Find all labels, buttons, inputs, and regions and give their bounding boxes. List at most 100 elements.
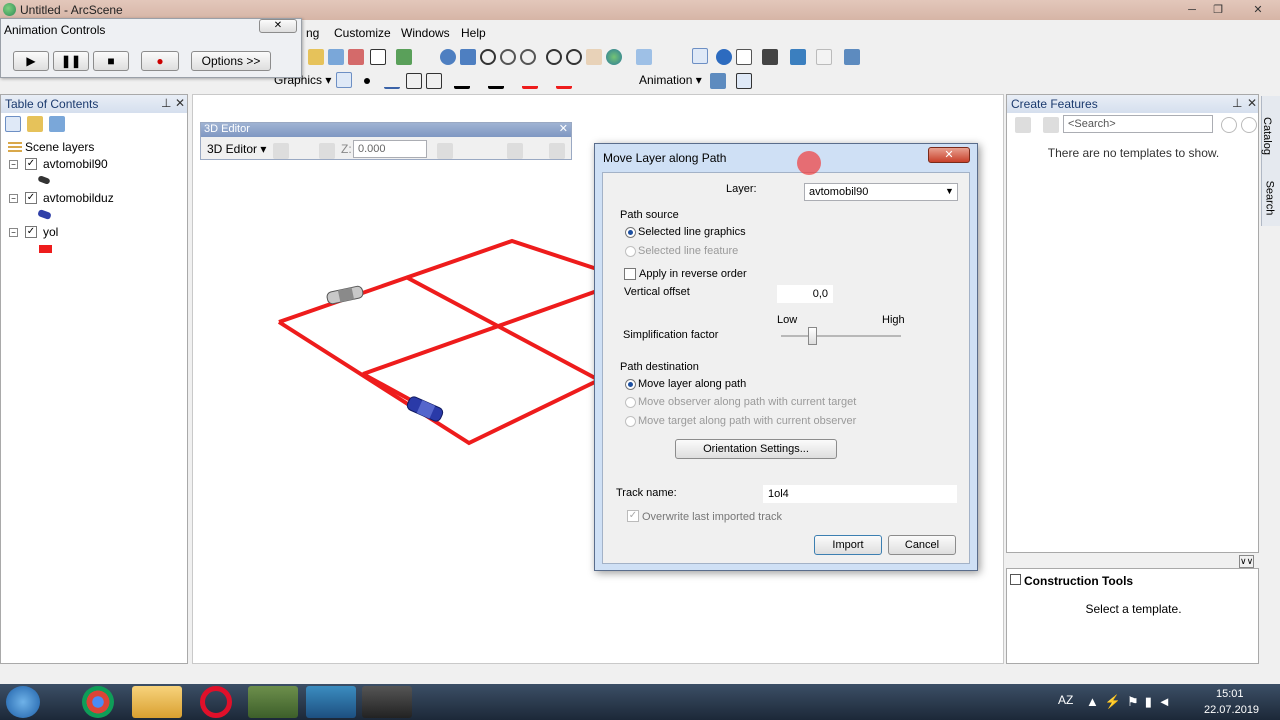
minimize-button[interactable]: ─ bbox=[1180, 2, 1204, 18]
editor-close-icon[interactable]: ✕ bbox=[559, 122, 568, 135]
python-icon[interactable] bbox=[370, 49, 386, 65]
expand-toggle[interactable]: − bbox=[9, 160, 18, 169]
z-value-field[interactable]: 0.000 bbox=[353, 140, 427, 158]
layer-visibility-checkbox[interactable]: ✓ bbox=[25, 158, 37, 170]
slider-track[interactable] bbox=[781, 335, 901, 337]
target-icon[interactable] bbox=[480, 49, 496, 65]
fill-color-icon[interactable] bbox=[522, 73, 538, 89]
expand-toggle[interactable]: − bbox=[9, 228, 18, 237]
zoom-out-icon[interactable] bbox=[566, 49, 582, 65]
overwrite-checkbox[interactable]: ✓ bbox=[627, 510, 639, 522]
clock-time[interactable]: 15:01 bbox=[1216, 688, 1244, 700]
layer-dropdown[interactable]: avtomobil90 bbox=[804, 183, 958, 201]
tab-search[interactable]: Search bbox=[1263, 181, 1275, 216]
list-by-drawing-order-icon[interactable] bbox=[5, 116, 21, 132]
selected-line-graphics-radio[interactable] bbox=[625, 227, 636, 238]
text-tool-icon[interactable] bbox=[426, 73, 442, 89]
pin-icon[interactable]: ⊥ bbox=[161, 96, 171, 110]
menu-bookmarking[interactable]: ng bbox=[306, 26, 319, 40]
slider-thumb[interactable] bbox=[808, 327, 817, 345]
selected-line-feature-radio[interactable] bbox=[625, 246, 636, 257]
tray-icons[interactable]: ▲⚡⚑▮◄ bbox=[1086, 694, 1177, 710]
view-toggle-icon[interactable]: ∨∨ bbox=[1239, 555, 1255, 568]
attributes-icon[interactable] bbox=[549, 143, 565, 159]
polygon-tool-icon[interactable] bbox=[406, 73, 422, 89]
expand-toggle[interactable]: − bbox=[9, 194, 18, 203]
tab-catalog[interactable]: Catalog bbox=[1261, 117, 1273, 155]
font-color-icon[interactable] bbox=[556, 73, 572, 89]
close-button[interactable]: ✕ bbox=[1240, 2, 1276, 18]
close-toc-icon[interactable]: ✕ bbox=[175, 96, 185, 110]
full-extent-icon[interactable] bbox=[606, 49, 622, 65]
html-popup-icon[interactable] bbox=[736, 49, 752, 65]
zoom-in-icon[interactable] bbox=[546, 49, 562, 65]
pause-button[interactable]: ❚❚ bbox=[53, 51, 89, 71]
dialog-close-button[interactable]: ✕ bbox=[928, 147, 970, 163]
editor-menu[interactable]: 3D Editor ▾ bbox=[207, 142, 266, 156]
cancel-button[interactable]: Cancel bbox=[888, 535, 956, 555]
close-animation-controls-button[interactable]: ✕ bbox=[259, 19, 297, 33]
model-builder-icon[interactable] bbox=[396, 49, 412, 65]
vertical-offset-field[interactable]: 0,0 bbox=[777, 285, 833, 303]
recorder-taskbar-icon[interactable] bbox=[362, 686, 412, 718]
opera-taskbar-icon[interactable] bbox=[200, 686, 232, 718]
options-button[interactable]: Options >> bbox=[191, 51, 271, 71]
identify-icon[interactable] bbox=[716, 49, 732, 65]
sketch-props-icon[interactable] bbox=[507, 143, 523, 159]
import-button[interactable]: Import bbox=[814, 535, 882, 555]
stop-button[interactable]: ■ bbox=[93, 51, 129, 71]
play-button[interactable]: ▶ bbox=[13, 51, 49, 71]
explorer-taskbar-icon[interactable] bbox=[132, 686, 182, 718]
center-target-icon[interactable] bbox=[520, 49, 536, 65]
search-options-icon[interactable] bbox=[1241, 117, 1257, 133]
menu-customize[interactable]: Customize bbox=[334, 26, 391, 40]
move-target-radio[interactable] bbox=[625, 416, 636, 427]
layer-visibility-checkbox[interactable]: ✓ bbox=[25, 226, 37, 238]
layer-visibility-checkbox[interactable]: ✓ bbox=[25, 192, 37, 204]
fly-icon[interactable] bbox=[460, 49, 476, 65]
search-taskbar-icon[interactable] bbox=[306, 686, 356, 718]
animation-menu[interactable]: Animation ▾ bbox=[639, 73, 702, 87]
navigate-icon[interactable] bbox=[440, 49, 456, 65]
layer-properties-icon[interactable] bbox=[308, 49, 324, 65]
animation-manager-icon[interactable] bbox=[736, 73, 752, 89]
layer-name[interactable]: yol bbox=[43, 225, 58, 239]
catalog-icon[interactable] bbox=[328, 49, 344, 65]
move-observer-radio[interactable] bbox=[625, 397, 636, 408]
template-search-input[interactable]: <Search> bbox=[1063, 115, 1213, 133]
maximize-button[interactable]: ❐ bbox=[1206, 2, 1230, 18]
find-binoculars-icon[interactable] bbox=[762, 49, 778, 65]
select-elements-icon[interactable] bbox=[692, 48, 708, 64]
menu-help[interactable]: Help bbox=[461, 26, 486, 40]
measure-icon[interactable] bbox=[790, 49, 806, 65]
close-pane-icon[interactable]: ✕ bbox=[1247, 96, 1257, 110]
select-arrow-icon[interactable] bbox=[336, 72, 352, 88]
line-symbol-icon[interactable] bbox=[488, 73, 504, 89]
list-by-source-icon[interactable] bbox=[27, 116, 43, 132]
chevron-down-icon[interactable]: ▼ bbox=[945, 186, 954, 196]
navigation-3d-icon[interactable] bbox=[844, 49, 860, 65]
move-layer-radio[interactable] bbox=[625, 379, 636, 390]
marker-symbol-icon[interactable] bbox=[454, 73, 470, 89]
point-tool-icon[interactable] bbox=[364, 78, 370, 84]
apply-reverse-checkbox[interactable] bbox=[624, 268, 636, 280]
edit-tool-icon[interactable] bbox=[319, 143, 335, 159]
group-by-icon[interactable] bbox=[1043, 117, 1059, 133]
pin-icon[interactable]: ⊥ bbox=[1232, 96, 1242, 110]
track-name-input[interactable]: 1ol4 bbox=[763, 485, 957, 503]
line-tool-icon[interactable] bbox=[384, 73, 400, 89]
record-button[interactable]: ● bbox=[141, 51, 179, 71]
capture-view-icon[interactable] bbox=[710, 73, 726, 89]
list-by-visibility-icon[interactable] bbox=[49, 116, 65, 132]
clock-date[interactable]: 22.07.2019 bbox=[1204, 704, 1259, 716]
menu-windows[interactable]: Windows bbox=[401, 26, 450, 40]
pan-hand-icon[interactable] bbox=[586, 49, 602, 65]
arcscene-taskbar-icon[interactable] bbox=[248, 686, 298, 718]
orientation-settings-button[interactable]: Orientation Settings... bbox=[675, 439, 837, 459]
swipe-icon[interactable] bbox=[816, 49, 832, 65]
zoom-to-target-icon[interactable] bbox=[500, 49, 516, 65]
snapping-icon[interactable] bbox=[437, 143, 453, 159]
language-indicator[interactable]: AZ bbox=[1058, 693, 1073, 707]
clear-search-icon[interactable] bbox=[1221, 117, 1237, 133]
layer-name[interactable]: avtomobilduz bbox=[43, 191, 114, 205]
